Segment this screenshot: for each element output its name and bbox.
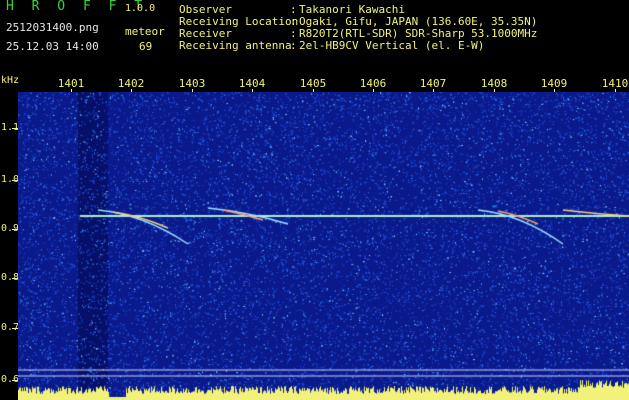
date-time: 25.12.03 14:00 (6, 40, 99, 53)
app-version: 1.0.0 (125, 3, 156, 14)
file-name: 2512031400.png (6, 21, 99, 34)
event-count: 69 (139, 40, 153, 53)
info-sep: : (290, 39, 297, 52)
info-value-antenna: 2el-HB9CV Vertical (el. E-W) (299, 39, 485, 52)
info-key-antenna: Receiving antenna (179, 39, 292, 52)
event-label: meteor (125, 25, 165, 38)
spectrogram[interactable] (18, 92, 629, 400)
axis-unit: kHz (1, 75, 20, 86)
